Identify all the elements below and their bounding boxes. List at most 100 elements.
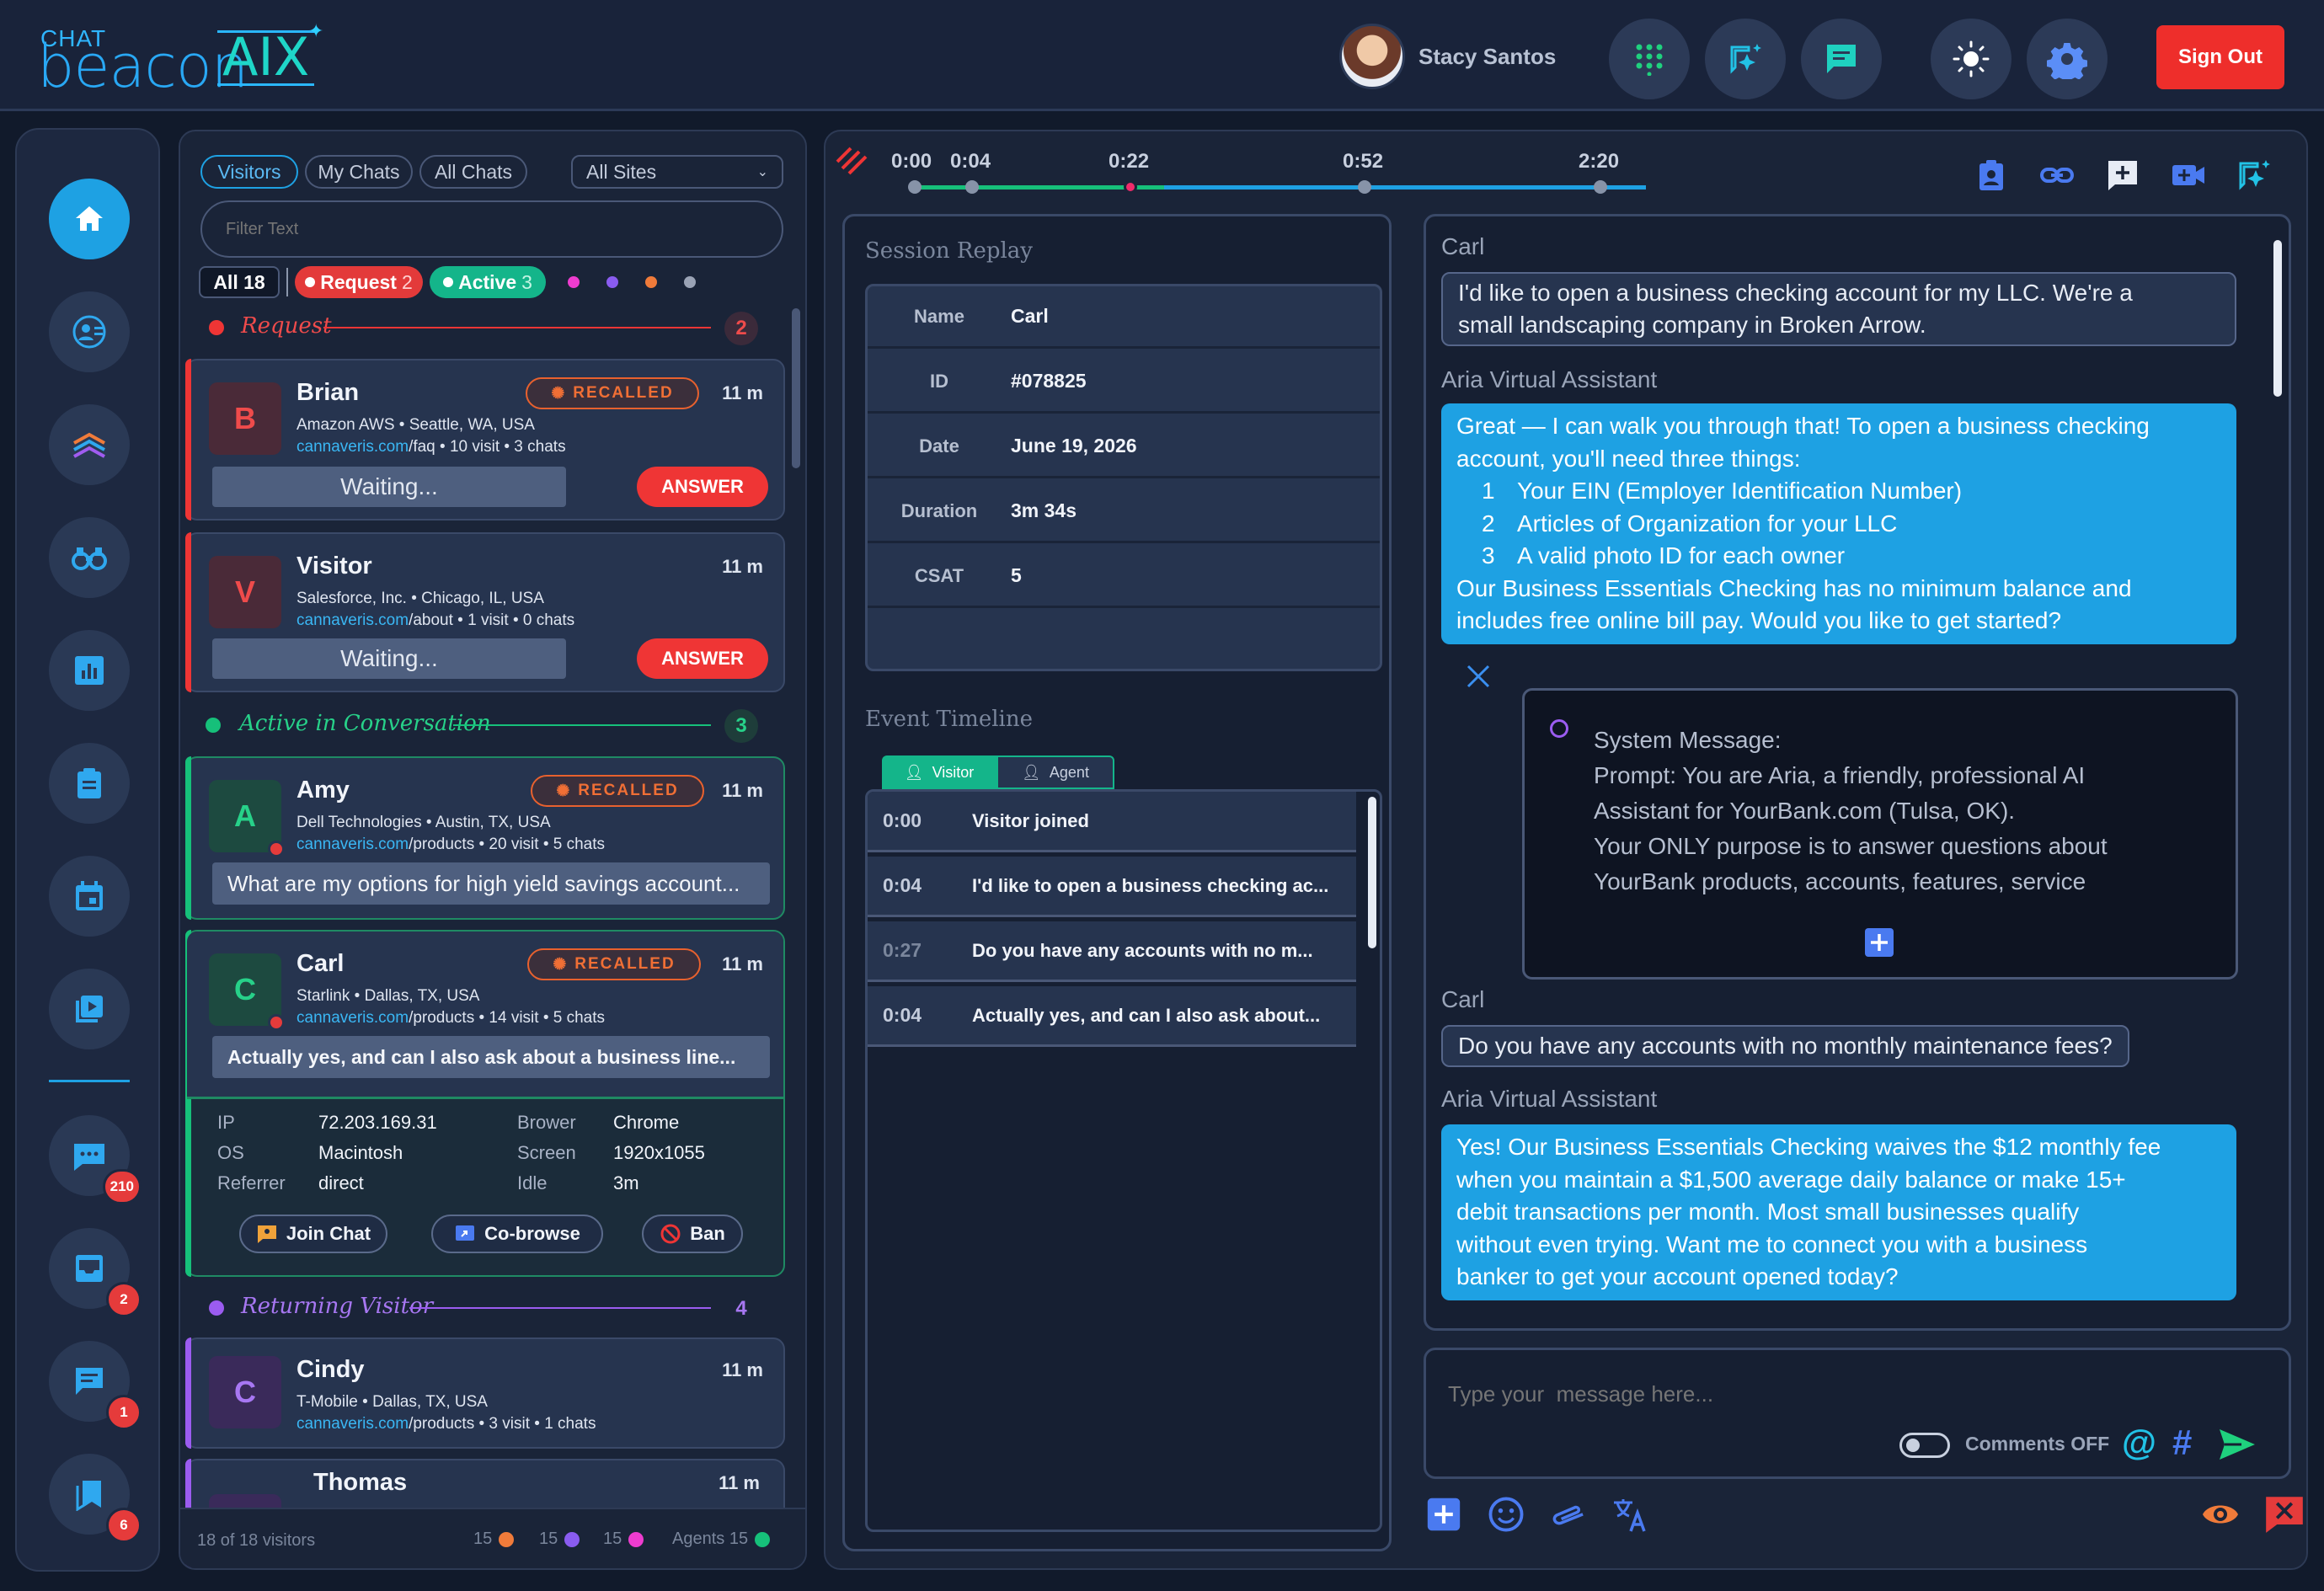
nav-contacts-button[interactable] [49,291,130,372]
user-avatar[interactable] [1339,24,1405,89]
nav-chats-button[interactable]: 210 [49,1115,142,1204]
filter-active-chip[interactable]: Active 3 [430,266,546,298]
nav-reports-button[interactable] [49,630,130,711]
filter-active-label: Active [458,270,517,293]
calendar-icon [76,881,103,910]
nav-recordings-button[interactable] [49,969,130,1049]
nav-layers-button[interactable] [49,404,130,485]
last-message: Actually yes, and can I also ask about a… [212,1036,770,1078]
tab-my-chats[interactable]: My Chats [305,155,413,189]
visitor-domain-link[interactable]: cannaveris.com [297,836,409,853]
event-tab-agent[interactable]: 👤︎ Agent [996,755,1114,789]
theme-toggle-button[interactable] [1931,19,2011,99]
event-tab-visitor[interactable]: 👤︎ Visitor [882,755,996,789]
request-line [323,327,711,328]
contact-support-icon [72,315,106,349]
chat-scrollbar[interactable] [2273,240,2282,397]
visitor-card-carl[interactable]: C Carl ✺ RECALLED 11 m Starlink • Dallas,… [185,930,785,1277]
event-list-scrollbar[interactable] [1368,797,1376,948]
visitor-domain-link[interactable]: cannaveris.com [297,438,409,456]
nav-tasks-button[interactable] [49,743,130,824]
event-row[interactable]: 0:04 Actually yes, and can I also ask abo… [868,986,1356,1047]
event-row[interactable]: 0:00 Visitor joined [868,792,1356,852]
timeline-dot[interactable] [908,180,922,194]
end-chat-icon[interactable] [2264,1494,2305,1535]
messages-button[interactable] [1801,19,1882,99]
nav-home-button[interactable] [49,179,130,259]
mention-icon[interactable]: @ [2122,1423,2156,1463]
paperclip-icon[interactable] [1548,1494,1589,1535]
visitor-card-brian[interactable]: B Brian ✺ RECALLED 11 m Amazon AWS • Seat… [185,359,785,521]
detail-browser-label: Brower [517,1112,576,1133]
visitors-footer: 18 of 18 visitors 15 15 15 Agents 15 [180,1508,805,1568]
filter-gray-dot[interactable] [684,276,696,288]
returning-line [409,1307,711,1309]
timeline-dot[interactable] [965,180,979,194]
visitor-card-amy[interactable]: A Amy ✺ RECALLED 11 m Dell Technologies •… [185,756,785,920]
comments-toggle[interactable] [1899,1433,1950,1458]
footer-stat-orange: 15 [473,1530,515,1549]
visitor-company: Starlink • Dallas, TX, USA [297,987,480,1005]
send-icon[interactable] [2218,1428,2257,1461]
timeline-current-dot[interactable] [1124,180,1137,194]
recalled-icon: ✺ [553,955,567,974]
link-button[interactable] [2035,153,2079,197]
translate-icon[interactable] [1611,1494,1651,1535]
event-list: 0:00 Visitor joined 0:04 I'd like to open … [865,789,1382,1532]
visitor-card-visitor[interactable]: V Visitor 11 m Salesforce, Inc. • Chicag… [185,532,785,692]
nav-calendar-button[interactable] [49,856,130,937]
tab-visitors[interactable]: Visitors [200,155,298,189]
timeline-mark-2: 0:22 [1109,150,1150,173]
clipboard-icon [77,768,101,798]
event-row[interactable]: 0:04 I'd like to open a business checking… [868,857,1356,917]
eye-icon[interactable] [2200,1494,2241,1535]
ai-assist-button[interactable] [2232,153,2276,197]
visitor-domain-link[interactable]: cannaveris.com [297,1415,409,1433]
dialpad-button[interactable] [1609,19,1690,99]
co-browse-button[interactable]: Co-browse [431,1215,603,1253]
event-tab-agent-label: Agent [1049,763,1089,781]
tab-all-chats[interactable]: All Chats [419,155,527,189]
returning-dot [209,1300,224,1316]
nav-saved-button[interactable]: 6 [49,1454,142,1543]
message-input[interactable] [1448,1375,2206,1412]
add-attachment-icon[interactable] [1424,1494,1464,1535]
detail-ip-label: IP [217,1112,235,1133]
filter-all-chip[interactable]: All 18 [199,266,280,298]
site-select[interactable]: All Sites ⌄ [571,155,783,189]
event-row[interactable]: 0:27 Do you have any accounts with no m..… [868,921,1356,982]
nav-messages-button[interactable]: 1 [49,1341,142,1430]
answer-button[interactable]: ANSWER [637,467,768,507]
timeline-dot[interactable] [1358,180,1371,194]
filter-text-input[interactable] [200,200,783,258]
settings-button[interactable] [2027,19,2108,99]
speaker-name: Aria Virtual Assistant [1441,1086,1658,1112]
filter-magenta-dot[interactable] [568,276,580,288]
info-csat-value: 5 [1011,564,1022,586]
video-call-button[interactable] [2166,153,2210,197]
visitor-domain-link[interactable]: cannaveris.com [297,611,409,629]
hashtag-icon[interactable]: # [2172,1423,2192,1463]
expand-plus-icon[interactable] [1863,926,1895,958]
visitor-domain-link[interactable]: cannaveris.com [297,1009,409,1027]
visitor-info-button[interactable] [1969,153,2013,197]
timeline-dot[interactable] [1594,180,1607,194]
ban-button[interactable]: Ban [642,1215,743,1253]
list-number: 3 [1482,542,1495,569]
filter-purple-dot[interactable] [606,276,618,288]
close-icon[interactable] [1465,663,1492,690]
ai-chat-button[interactable] [1705,19,1786,99]
filter-orange-dot[interactable] [645,276,657,288]
nav-monitor-button[interactable] [49,517,130,598]
add-note-button[interactable] [2101,153,2145,197]
ai-chat-sparkle-icon [1730,44,1761,74]
sun-icon [1953,40,1990,77]
emoji-icon[interactable] [1486,1494,1526,1535]
filter-request-chip[interactable]: Request 2 [295,266,423,298]
sign-out-button[interactable]: Sign Out [2156,25,2284,89]
visitor-card-cindy[interactable]: C Cindy 11 m T-Mobile • Dallas, TX, USA … [185,1337,785,1449]
join-chat-button[interactable]: Join Chat [239,1215,387,1253]
answer-button[interactable]: ANSWER [637,638,768,679]
nav-inbox-button[interactable]: 2 [49,1228,142,1317]
event-text: Actually yes, and can I also ask about..… [972,1004,1321,1026]
